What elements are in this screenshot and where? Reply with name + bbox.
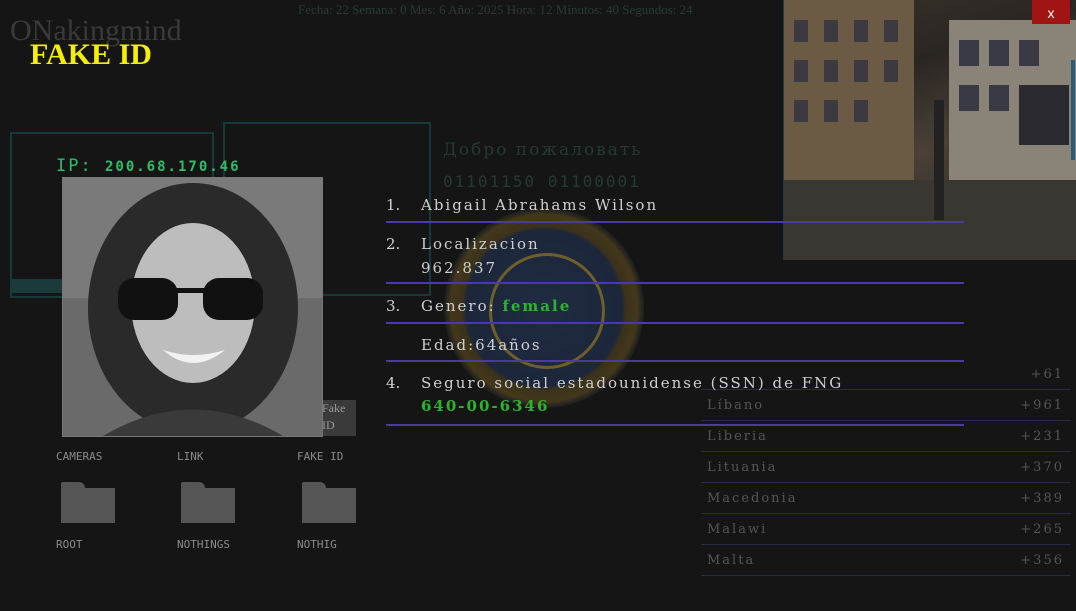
country-name: Macedonia <box>707 491 798 506</box>
info-number: 2. <box>386 235 401 253</box>
ip-label: IP: <box>56 156 93 176</box>
info-row-ssn: 4. Seguro social estadounidense (SSN) de… <box>386 362 964 426</box>
country-name: Malawi <box>707 522 768 537</box>
portrait-graphic <box>63 178 322 436</box>
cameras-shortcut[interactable]: CAMERAS <box>56 450 136 463</box>
country-code: +231 <box>1020 429 1064 444</box>
info-number: 1. <box>386 196 401 214</box>
scrollbar[interactable] <box>1071 60 1075 160</box>
country-name: Lituania <box>707 460 778 475</box>
nothig-folder-label[interactable]: NOTHIG <box>297 538 337 551</box>
gender-value: female <box>502 297 572 315</box>
ip-value: 200.68.170.46 <box>104 159 241 175</box>
datetime-readout: Fecha: 22 Semana: 0 Mes: 6 Año: 2025 Hor… <box>298 2 693 17</box>
ssn-label: Seguro social estadounidense (SSN) de FN… <box>421 374 844 392</box>
location-label: Localizacion <box>421 235 540 253</box>
gender-field: Genero: female <box>421 297 571 315</box>
country-row[interactable]: Macedonia +389 <box>701 482 1071 514</box>
info-row-age: Edad:64años <box>386 324 964 362</box>
ip-address: IP: 200.68.170.46 <box>56 156 241 176</box>
close-button[interactable]: x <box>1032 0 1070 24</box>
nothig-folder-icon[interactable] <box>302 482 356 523</box>
country-row[interactable]: Malta +356 <box>701 544 1071 576</box>
country-code: +389 <box>1020 491 1064 506</box>
country-row[interactable]: Lituania +370 <box>701 451 1071 483</box>
ssn-value: 640-00-6346 <box>421 397 550 415</box>
link-shortcut[interactable]: LINK <box>177 450 257 463</box>
info-row-gender: 3. Genero: female <box>386 284 964 324</box>
welcome-text: Добро пожаловать <box>443 140 643 160</box>
page-title: FAKE ID <box>30 38 152 71</box>
nothings-folder-label[interactable]: NOTHINGS <box>177 538 230 551</box>
country-name: Malta <box>707 553 756 568</box>
fake-id-small-icon[interactable]: Fake ID <box>320 400 356 436</box>
info-row-name: 1. Abigail Abrahams Wilson <box>386 188 964 223</box>
location-value: 962.837 <box>421 259 498 277</box>
country-code: +370 <box>1020 460 1064 475</box>
info-number: 3. <box>386 297 401 315</box>
country-code: +961 <box>1020 398 1064 413</box>
country-row[interactable]: Malawi +265 <box>701 513 1071 545</box>
fake-id-shortcut[interactable]: FAKE ID <box>297 450 377 463</box>
root-folder-label[interactable]: ROOT <box>56 538 83 551</box>
person-name: Abigail Abrahams Wilson <box>421 196 659 214</box>
profile-photo <box>62 177 323 437</box>
country-code: +265 <box>1020 522 1064 537</box>
info-number: 4. <box>386 374 401 392</box>
nothings-folder-icon[interactable] <box>181 482 235 523</box>
country-code: +356 <box>1020 553 1064 568</box>
info-row-location: 2. Localizacion 962.837 <box>386 223 964 284</box>
gender-label: Genero: <box>421 297 496 315</box>
age-value: Edad:64años <box>421 336 542 354</box>
country-name: Liberia <box>707 429 768 444</box>
root-folder-icon[interactable] <box>61 482 115 523</box>
country-code: +61 <box>1030 367 1064 382</box>
